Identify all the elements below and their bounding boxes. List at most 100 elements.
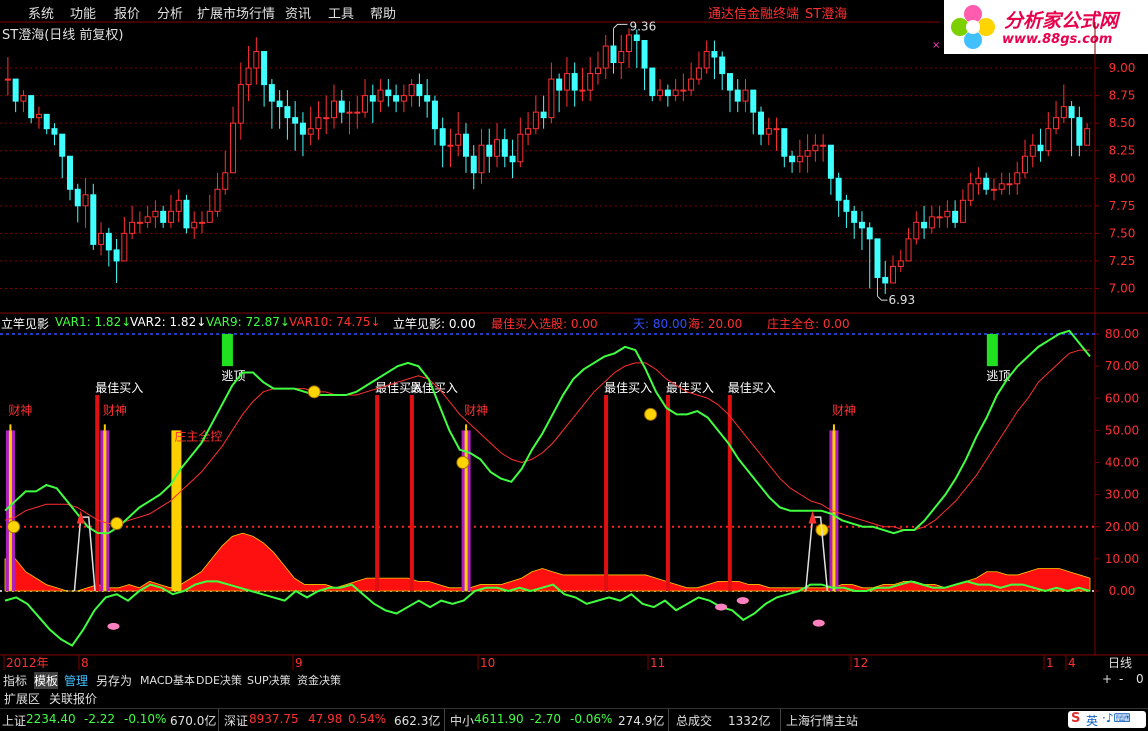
ime-lang[interactable]: 英 <box>1086 712 1098 729</box>
ime-extra-icons: ·♪⌨ <box>1102 711 1131 725</box>
tab-0[interactable]: 指标 <box>3 672 27 689</box>
sh-value: 2234.40 <box>26 712 76 726</box>
candle-body <box>890 265 897 284</box>
candle-body <box>292 117 299 124</box>
candle-body <box>307 128 314 135</box>
ext-tab-0[interactable]: 扩展区 <box>4 690 40 707</box>
candle-body <box>649 67 656 97</box>
zoom-control-2[interactable]: 0 <box>1136 672 1144 686</box>
candle-body <box>626 34 633 53</box>
tab-3[interactable]: 另存为 <box>96 672 132 689</box>
candle-body <box>594 67 601 75</box>
candle-body <box>121 232 128 262</box>
candle-body <box>82 194 89 207</box>
price-tick-label: 8.00 <box>1109 171 1136 185</box>
price-tick-label: 7.00 <box>1109 281 1136 295</box>
candle-body <box>509 155 516 163</box>
stock-chart: 9.00 8.75 8.50 8.25 8.00 7.75 7.50 7.25 7.00 9.36… <box>0 19 1148 670</box>
indicator-value-0: 立竿见影 <box>1 317 50 331</box>
candle-body <box>525 128 532 135</box>
ext-tab-1[interactable]: 关联报价 <box>49 690 97 707</box>
indicator-value-2: VAR2: 1.82↓ <box>130 315 207 329</box>
candle-body <box>191 221 198 229</box>
candle-body <box>921 221 928 229</box>
zx-label: 中小 <box>450 714 475 728</box>
signal-bar <box>95 395 100 591</box>
tab-7[interactable]: 资金决策 <box>297 672 341 688</box>
signal-bar <box>409 395 414 591</box>
smiley-icon <box>7 520 21 534</box>
candle-body <box>664 89 671 97</box>
smiley-icon <box>644 407 658 421</box>
candle-body <box>610 45 617 64</box>
candle-body <box>98 232 105 245</box>
signal-label: 财神 <box>832 403 856 417</box>
candle-body <box>439 128 446 146</box>
signal-label: 财神 <box>103 403 127 417</box>
candle-body <box>175 199 182 212</box>
high-marker <box>613 23 628 29</box>
candle-body <box>688 78 695 91</box>
caishen-bar-core <box>464 430 468 591</box>
total-value: 1332亿 <box>728 714 771 728</box>
tab-5[interactable]: DDE决策 <box>196 672 242 688</box>
indicator-tab-bar: 指标 模板 管理 另存为 MACD基本 DDE决策 SUP决策 资金决策 + -0 <box>0 671 1148 689</box>
tab-4[interactable]: MACD基本 <box>140 672 195 688</box>
x-axis-label: 9 <box>295 656 303 670</box>
ime-toolbar[interactable]: S 英 ·♪⌨ <box>1068 711 1146 728</box>
high-label: 9.36 <box>629 19 656 33</box>
candle-body <box>408 84 415 97</box>
period-tag: 日线 <box>1108 656 1132 670</box>
extension-tab-bar: 扩展区 关联报价 <box>0 689 1148 706</box>
tab-2[interactable]: 管理 <box>64 672 88 689</box>
tab-6[interactable]: SUP决策 <box>247 672 291 688</box>
signal-bar <box>986 334 998 367</box>
candle-body <box>129 221 136 234</box>
candle-body <box>843 199 850 212</box>
ind-tick-label: 60.00 <box>1105 391 1139 405</box>
signal-label: 逃顶 <box>221 369 245 383</box>
gem-icon <box>107 622 120 630</box>
candle-body <box>299 122 306 135</box>
candle-body <box>548 78 555 119</box>
candle-body <box>230 122 237 174</box>
candle-body <box>261 51 268 86</box>
zx-pct: -0.06% <box>570 712 613 726</box>
candle-body <box>346 111 353 114</box>
price-tick-label: 8.50 <box>1109 116 1136 130</box>
candle-body <box>237 84 244 124</box>
caishen-bar-core <box>8 430 12 591</box>
zoom-control-1[interactable]: - <box>1119 672 1123 686</box>
signal-bar <box>604 395 609 591</box>
zoom-control-0[interactable]: + <box>1102 672 1112 686</box>
x-axis-label: 4 <box>1068 656 1076 670</box>
candle-body <box>12 78 19 102</box>
candle-body <box>975 177 982 185</box>
indicator-value-5: 立竿见影: 0.00 <box>393 317 476 331</box>
chart-marker: × <box>932 40 940 51</box>
candle-body <box>1029 144 1036 157</box>
candle-body <box>28 95 35 119</box>
indicator-value-3: VAR9: 72.87↓ <box>206 315 290 329</box>
indicator-value-6: 最佳买入选股: 0.00 <box>491 317 598 331</box>
candle-body <box>494 139 501 157</box>
sh-label: 上证 <box>2 714 27 728</box>
tab-1[interactable]: 模板 <box>34 672 59 689</box>
candle-body <box>1037 144 1044 152</box>
candle-body <box>152 210 159 218</box>
candle-body <box>214 188 221 212</box>
candle-body <box>253 51 260 69</box>
candle-body <box>431 100 438 130</box>
sz-amount: 662.3亿 <box>394 714 441 728</box>
candle-body <box>882 276 889 284</box>
x-axis-label: 12 <box>853 656 868 670</box>
candle-body <box>268 84 275 102</box>
site-link[interactable]: 上海行情主站 <box>786 712 858 729</box>
sh-pct: -0.10% <box>124 712 167 726</box>
candle-body <box>276 100 283 108</box>
candle-body <box>726 73 733 91</box>
candle-body <box>944 210 951 218</box>
zx-change: -2.70 <box>530 712 562 726</box>
candle-body <box>470 155 477 174</box>
ind-tick-label: 20.00 <box>1105 520 1139 534</box>
